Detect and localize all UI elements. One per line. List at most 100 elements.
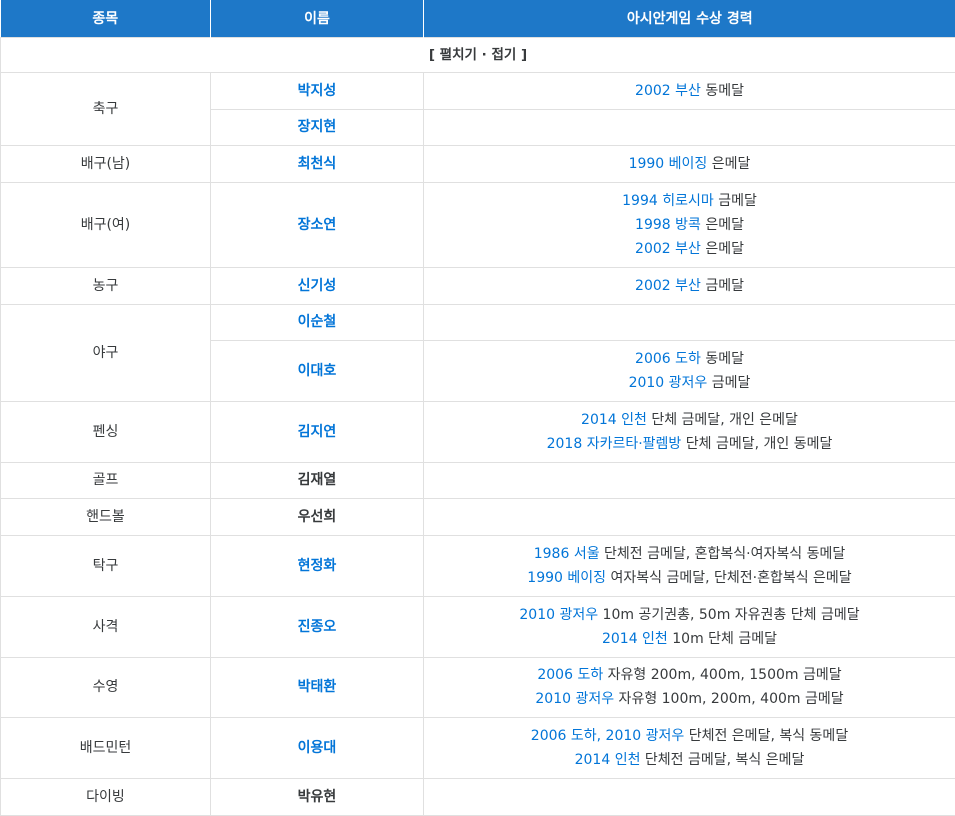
athlete-link[interactable]: 이순철 bbox=[210, 303, 424, 341]
table-row: 골프 김재열 bbox=[0, 461, 955, 499]
awards-cell: 2006 도하 자유형 200m, 400m, 1500m 금메달 2010 광저… bbox=[423, 656, 955, 718]
games-link[interactable]: 2014 인천 bbox=[581, 412, 647, 428]
games-link[interactable]: 1986 서울 bbox=[534, 546, 600, 562]
award-text: 자유형 100m, 200m, 400m 금메달 bbox=[614, 691, 844, 707]
table-row: 야구 이순철 bbox=[0, 303, 955, 402]
award-line: 2006 도하, 2010 광저우 단체전 은메달, 복식 동메달 bbox=[428, 724, 951, 748]
games-link[interactable]: 1998 방콕 bbox=[635, 217, 701, 233]
table-row: 탁구 현정화 1986 서울 단체전 금메달, 혼합복식·여자복식 동메달 199… bbox=[0, 534, 955, 597]
award-line: 2010 광저우 자유형 100m, 200m, 400m 금메달 bbox=[428, 687, 951, 711]
table-row: 배구(여) 장소연 1994 히로시마 금메달 1998 방콕 은메달 2002 부… bbox=[0, 181, 955, 268]
award-text: 자유형 200m, 400m, 1500m 금메달 bbox=[603, 667, 842, 683]
award-text: 단체 금메달, 개인 동메달 bbox=[681, 435, 833, 452]
games-link[interactable]: 1994 히로시마 bbox=[622, 193, 714, 209]
athlete-link[interactable]: 김지연 bbox=[210, 400, 424, 463]
award-text: 금메달 bbox=[713, 192, 757, 209]
games-link[interactable]: 2010 광저우 bbox=[629, 375, 708, 391]
games-link[interactable]: 2002 부산 bbox=[635, 83, 701, 99]
award-line: 1990 베이징 은메달 bbox=[428, 152, 951, 176]
award-line: 2018 자카르타·팔렘방 단체 금메달, 개인 동메달 bbox=[428, 432, 951, 456]
award-text: , bbox=[596, 727, 606, 744]
award-text: 10m 단체 금메달 bbox=[667, 630, 778, 647]
games-link[interactable]: 2006 도하 bbox=[537, 667, 603, 683]
award-line: 1990 베이징 여자복식 금메달, 단체전·혼합복식 은메달 bbox=[428, 566, 951, 590]
games-link[interactable]: 2010 광저우 bbox=[606, 728, 685, 744]
table-row: 배구(남) 최천식 1990 베이징 은메달 bbox=[0, 144, 955, 183]
sport-cell: 배구(여) bbox=[0, 181, 211, 268]
award-text: 은메달 bbox=[707, 155, 751, 172]
header-sport: 종목 bbox=[0, 0, 211, 37]
award-line: 2002 부산 동메달 bbox=[428, 79, 951, 103]
award-text: 금메달 bbox=[707, 374, 751, 391]
athlete-link[interactable]: 최천식 bbox=[210, 144, 424, 183]
games-link[interactable]: 2014 인천 bbox=[575, 752, 641, 768]
award-text: 동메달 bbox=[700, 350, 744, 367]
award-text: 금메달 bbox=[700, 277, 744, 294]
sport-cell: 탁구 bbox=[0, 534, 211, 597]
table-row: 농구 신기성 2002 부산 금메달 bbox=[0, 266, 955, 305]
award-text: 단체전 금메달, 혼합복식·여자복식 동메달 bbox=[599, 545, 846, 562]
award-text: 단체전 금메달, 복식 은메달 bbox=[640, 751, 805, 768]
award-text: 동메달 bbox=[700, 82, 744, 99]
athlete-link[interactable]: 이대호 bbox=[210, 339, 424, 402]
sport-cell: 배구(남) bbox=[0, 144, 211, 183]
games-link[interactable]: 2006 도하 bbox=[531, 728, 597, 744]
games-link[interactable]: 2010 광저우 bbox=[519, 607, 598, 623]
awards-cell: 2002 부산 동메달 bbox=[423, 71, 955, 110]
games-link[interactable]: 2010 광저우 bbox=[535, 691, 614, 707]
sport-cell: 다이빙 bbox=[0, 777, 211, 816]
games-link[interactable]: 2018 자카르타·팔렘방 bbox=[547, 436, 682, 452]
award-line: 2014 인천 단체전 금메달, 복식 은메달 bbox=[428, 748, 951, 772]
header-awards: 아시안게임 수상 경력 bbox=[423, 0, 955, 37]
athlete-link[interactable]: 박태환 bbox=[210, 656, 424, 718]
athlete-name: 김재열 bbox=[210, 461, 424, 499]
award-line: 2006 도하 자유형 200m, 400m, 1500m 금메달 bbox=[428, 663, 951, 687]
athlete-link[interactable]: 현정화 bbox=[210, 534, 424, 597]
award-line: 1994 히로시마 금메달 bbox=[428, 189, 951, 213]
athlete-link[interactable]: 진종오 bbox=[210, 595, 424, 658]
award-text: 은메달 bbox=[700, 216, 744, 233]
awards-cell: 2010 광저우 10m 공기권총, 50m 자유권총 단체 금메달 2014 인… bbox=[423, 595, 955, 658]
sport-cell: 야구 bbox=[0, 303, 211, 402]
table-row: 핸드볼 우선희 bbox=[0, 497, 955, 536]
sport-cell: 골프 bbox=[0, 461, 211, 499]
table-row: 수영 박태환 2006 도하 자유형 200m, 400m, 1500m 금메달… bbox=[0, 656, 955, 718]
awards-cell: 1994 히로시마 금메달 1998 방콕 은메달 2002 부산 은메달 bbox=[423, 181, 955, 268]
games-link[interactable]: 2002 부산 bbox=[635, 278, 701, 294]
awards-cell: 1986 서울 단체전 금메달, 혼합복식·여자복식 동메달 1990 베이징 여… bbox=[423, 534, 955, 597]
header-name: 이름 bbox=[210, 0, 424, 37]
award-line: 1986 서울 단체전 금메달, 혼합복식·여자복식 동메달 bbox=[428, 542, 951, 566]
award-text: 은메달 bbox=[700, 240, 744, 257]
awards-cell bbox=[423, 497, 955, 536]
awards-cell bbox=[423, 108, 955, 146]
awards-cell bbox=[423, 461, 955, 499]
athlete-link[interactable]: 이용대 bbox=[210, 716, 424, 779]
games-link[interactable]: 1990 베이징 bbox=[527, 570, 606, 586]
fold-toggle[interactable]: [ 펼치기 · 접기 ] bbox=[0, 36, 955, 73]
award-line: 2002 부산 금메달 bbox=[428, 274, 951, 298]
award-text: 여자복식 금메달, 단체전·혼합복식 은메달 bbox=[606, 569, 852, 586]
award-line: 2010 광저우 금메달 bbox=[428, 371, 951, 395]
games-link[interactable]: 2014 인천 bbox=[602, 631, 668, 647]
athletes-table: 종목 이름 아시안게임 수상 경력 [ 펼치기 · 접기 ] 축구 박지성 20… bbox=[0, 0, 955, 816]
athlete-link[interactable]: 장소연 bbox=[210, 181, 424, 268]
awards-cell: 2006 도하, 2010 광저우 단체전 은메달, 복식 동메달 2014 인천… bbox=[423, 716, 955, 779]
games-link[interactable]: 2006 도하 bbox=[635, 351, 701, 367]
table-row: 다이빙 박유현 bbox=[0, 777, 955, 816]
sport-cell: 펜싱 bbox=[0, 400, 211, 463]
athlete-link[interactable]: 장지현 bbox=[210, 108, 424, 146]
award-line: 2010 광저우 10m 공기권총, 50m 자유권총 단체 금메달 bbox=[428, 603, 951, 627]
awards-cell bbox=[423, 303, 955, 341]
games-link[interactable]: 1990 베이징 bbox=[629, 156, 708, 172]
sport-cell: 사격 bbox=[0, 595, 211, 658]
athlete-link[interactable]: 신기성 bbox=[210, 266, 424, 305]
award-line: 2014 인천 10m 단체 금메달 bbox=[428, 627, 951, 651]
header-row: 종목 이름 아시안게임 수상 경력 bbox=[0, 0, 955, 37]
award-text: 단체전 은메달, 복식 동메달 bbox=[684, 727, 849, 744]
sport-cell: 핸드볼 bbox=[0, 497, 211, 536]
table-row: 배드민턴 이용대 2006 도하, 2010 광저우 단체전 은메달, 복식 동… bbox=[0, 716, 955, 779]
awards-cell: 1990 베이징 은메달 bbox=[423, 144, 955, 183]
athlete-link[interactable]: 박지성 bbox=[210, 71, 424, 110]
sport-cell: 배드민턴 bbox=[0, 716, 211, 779]
games-link[interactable]: 2002 부산 bbox=[635, 241, 701, 257]
